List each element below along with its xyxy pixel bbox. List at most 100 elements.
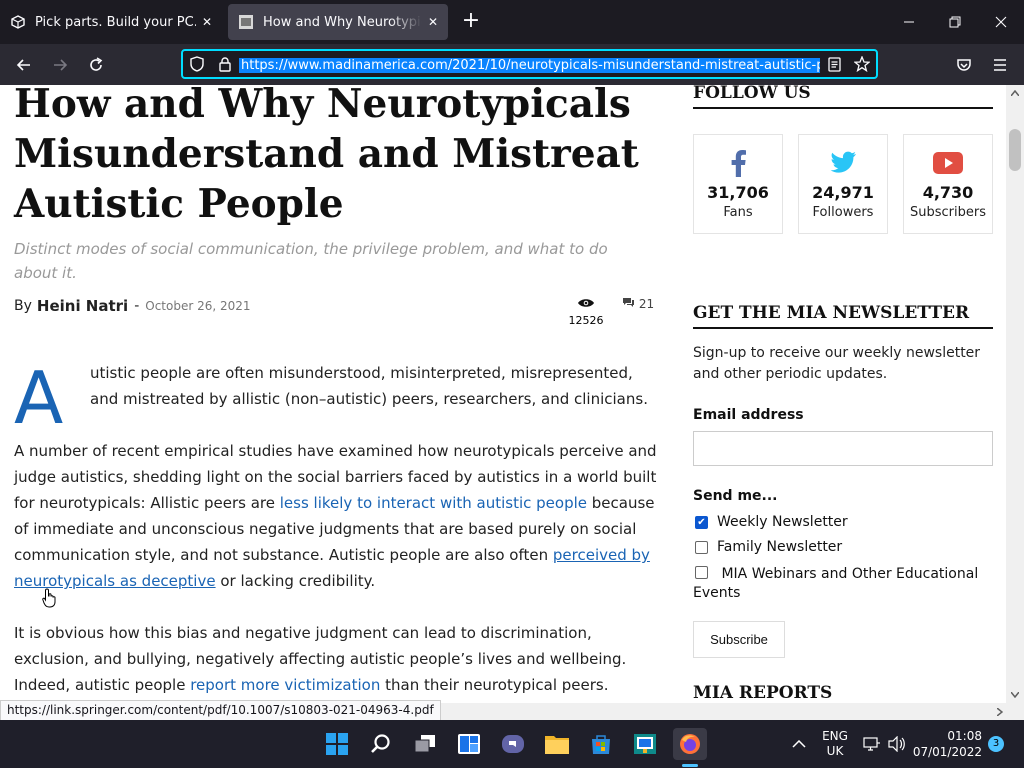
checkbox-weekly-newsletter[interactable]: ✔ Weekly Newsletter	[693, 513, 993, 532]
vertical-scrollbar[interactable]	[1006, 85, 1024, 703]
close-tab-icon[interactable]: ✕	[428, 15, 438, 29]
tab-title: Pick parts. Build your PC. Comp	[35, 14, 196, 30]
scroll-down-icon[interactable]	[1006, 687, 1024, 703]
email-field[interactable]	[693, 431, 993, 466]
language-indicator[interactable]: ENG UK	[822, 720, 848, 768]
link-report-more-victimization[interactable]: report more victimization	[190, 676, 380, 694]
forward-arrow-icon	[54, 59, 68, 71]
twitter-label: Followers	[812, 205, 874, 220]
lock-icon[interactable]	[211, 51, 239, 77]
show-hidden-icons-chevron-icon[interactable]	[792, 720, 806, 768]
tab-title: How and Why Neurotypicals Mi	[263, 14, 422, 30]
bookmark-star-icon[interactable]	[848, 51, 876, 77]
task-view-icon[interactable]	[409, 728, 441, 760]
forward-button[interactable]	[45, 50, 75, 80]
navigation-bar: https://www.madinamerica.com/2021/10/neu…	[0, 44, 1024, 85]
taskbar: ENG UK 01:08 07/01/2022 3	[0, 720, 1024, 768]
author-link[interactable]: Heini Natri	[37, 297, 128, 315]
remote-desktop-icon[interactable]	[629, 728, 661, 760]
paragraph-1: utistic people are often misunderstood, …	[90, 364, 648, 408]
language-code: ENG	[822, 729, 848, 743]
volume-icon[interactable]	[888, 720, 906, 768]
checkbox-mia-webinars[interactable]: MIA Webinars and Other Educational Event…	[693, 563, 993, 603]
minimize-button[interactable]	[886, 0, 932, 44]
pocket-icon	[957, 59, 971, 71]
url-bar[interactable]: https://www.madinamerica.com/2021/10/neu…	[181, 49, 878, 79]
facebook-count: 31,706	[707, 183, 769, 202]
tab-madinamerica[interactable]: How and Why Neurotypicals Mi ✕	[228, 4, 448, 40]
checkbox-label: Family Newsletter	[717, 539, 843, 555]
comments-number: 21	[638, 297, 655, 311]
newsletter-heading: GET THE MIA NEWSLETTER	[693, 303, 993, 329]
article-subtitle: Distinct modes of social communication, …	[14, 240, 608, 282]
menu-button[interactable]	[985, 50, 1015, 80]
views-number: 12526	[568, 314, 604, 327]
restore-button[interactable]	[932, 0, 978, 44]
twitter-card[interactable]: 24,971 Followers	[798, 134, 888, 234]
network-icon[interactable]	[863, 720, 881, 768]
scroll-up-icon[interactable]	[1006, 85, 1024, 101]
by-label: By	[14, 298, 32, 314]
tab-pcpartpicker[interactable]: Pick parts. Build your PC. Comp ✕	[0, 4, 222, 40]
eye-icon	[566, 297, 606, 312]
twitter-count: 24,971	[812, 183, 874, 202]
url-value: https://www.madinamerica.com/2021/10/neu…	[239, 58, 820, 73]
teams-chat-icon[interactable]	[497, 728, 529, 760]
youtube-label: Subscribers	[910, 205, 986, 220]
page-viewport: How and Why Neurotypicals Misunderstand …	[0, 85, 1006, 703]
youtube-card[interactable]: 4,730 Subscribers	[903, 134, 993, 234]
tab-bar: Pick parts. Build your PC. Comp ✕ How an…	[0, 0, 1024, 44]
keyboard-region: UK	[826, 744, 844, 758]
email-label: Email address	[693, 407, 804, 423]
file-explorer-icon[interactable]	[541, 728, 573, 760]
facebook-label: Fans	[723, 205, 753, 220]
twitter-icon	[799, 145, 887, 181]
checkbox-checked-icon[interactable]: ✔	[695, 516, 708, 529]
checkbox-family-newsletter[interactable]: Family Newsletter	[693, 538, 993, 557]
text-span: or lacking credibility.	[215, 572, 376, 590]
article-date: October 26, 2021	[145, 299, 251, 313]
reload-button[interactable]	[81, 50, 111, 80]
pcpartpicker-favicon-icon	[10, 14, 26, 30]
scrollbar-thumb[interactable]	[1009, 129, 1021, 171]
reader-view-icon[interactable]	[820, 51, 848, 77]
back-arrow-icon	[16, 59, 30, 71]
checkbox-unchecked-icon[interactable]	[695, 541, 708, 554]
pocket-button[interactable]	[949, 50, 979, 80]
byline: By Heini Natri - October 26, 2021	[14, 297, 251, 315]
microsoft-store-icon[interactable]	[585, 728, 617, 760]
paragraph-3: It is obvious how this bias and negative…	[14, 620, 659, 698]
url-text[interactable]: https://www.madinamerica.com/2021/10/neu…	[239, 54, 820, 74]
close-window-button[interactable]	[978, 0, 1024, 44]
byline-separator: -	[134, 298, 140, 314]
windows-start-icon[interactable]	[321, 728, 353, 760]
facebook-card[interactable]: 31,706 Fans	[693, 134, 783, 234]
link-status-bar: https://link.springer.com/content/pdf/10…	[0, 700, 441, 721]
follow-us-heading: FOLLOW US	[693, 85, 993, 109]
close-tab-icon[interactable]: ✕	[202, 15, 212, 29]
tracking-protection-shield-icon[interactable]	[183, 51, 211, 77]
new-tab-button[interactable]: +	[456, 6, 486, 38]
notification-badge[interactable]: 3	[988, 736, 1004, 752]
clock-time: 01:08	[947, 729, 982, 743]
checkbox-unchecked-icon[interactable]	[695, 566, 708, 579]
subscribe-button[interactable]: Subscribe	[693, 621, 785, 658]
firefox-icon[interactable]	[673, 728, 707, 760]
close-icon	[995, 16, 1007, 28]
search-icon[interactable]	[365, 728, 397, 760]
clock[interactable]: 01:08 07/01/2022	[913, 720, 982, 768]
view-count: 12526	[566, 297, 606, 327]
widgets-icon[interactable]	[453, 728, 485, 760]
mia-reports-heading: MIA REPORTS	[693, 683, 993, 703]
checkbox-label: MIA Webinars and Other Educational Event…	[693, 566, 979, 601]
active-app-indicator	[682, 764, 698, 767]
back-button[interactable]	[9, 50, 39, 80]
hand-pointer-cursor-icon	[42, 588, 58, 613]
link-less-likely-to-interact[interactable]: less likely to interact with autistic pe…	[280, 494, 587, 512]
scroll-right-icon[interactable]	[992, 703, 1008, 720]
comment-count[interactable]: 21	[622, 297, 654, 311]
youtube-icon	[904, 145, 992, 181]
send-me-label: Send me...	[693, 488, 778, 504]
article-title: How and Why Neurotypicals Misunderstand …	[14, 85, 639, 227]
paragraph-2: A number of recent empirical studies hav…	[14, 438, 659, 594]
